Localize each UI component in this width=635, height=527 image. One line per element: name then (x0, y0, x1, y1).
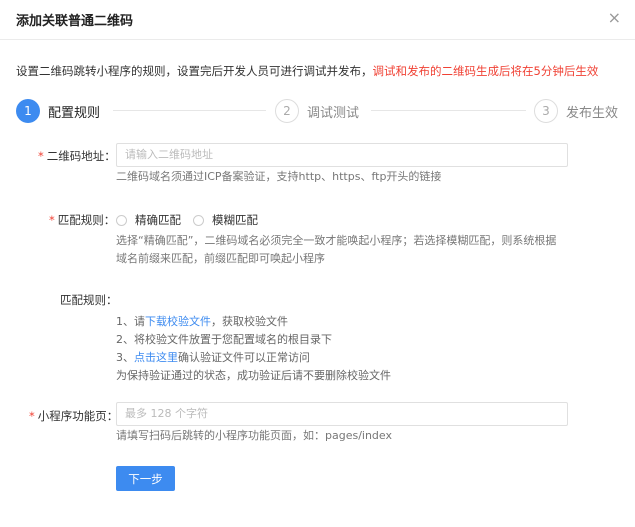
verify-step-2: 2、将校验文件放置于您配置域名的根目录下 (116, 333, 332, 346)
radio-exact-label: 精确匹配 (135, 213, 181, 227)
qr-url-hint: 二维码域名须通过ICP备案验证，支持http、https、ftp开头的链接 (116, 170, 442, 183)
dialog-title: 添加关联普通二维码 (16, 14, 134, 29)
verify-instructions: 1、请下载校验文件，获取校验文件 2、将校验文件放置于您配置域名的根目录下 3、… (116, 313, 391, 385)
intro-warning: 调试和发布的二维码生成后将在5分钟后生效 (372, 64, 599, 78)
step-publish: 3 发布生效 (534, 97, 618, 125)
dialog: 添加关联普通二维码 × 设置二维码跳转小程序的规则，设置完后开发人员可进行调试并… (0, 0, 635, 527)
step-3-circle: 3 (534, 99, 558, 123)
radio-fuzzy-match[interactable]: 模糊匹配 (193, 212, 258, 228)
stepper: 1 配置规则 2 调试测试 3 发布生效 (16, 97, 618, 125)
verify-step-1-prefix: 1、请 (116, 315, 145, 328)
step-2-circle: 2 (275, 99, 299, 123)
verify-step-1-suffix: ，获取校验文件 (211, 315, 288, 328)
page-field-label-text: 小程序功能页： (37, 409, 119, 423)
required-mark: * (38, 149, 44, 163)
match-rule-hint-line2: 域名前缀来匹配，前缀匹配即可唤起小程序 (116, 252, 325, 265)
close-icon[interactable]: × (608, 9, 621, 27)
page-path-input[interactable]: 最多 128 个字符 (116, 402, 568, 426)
verify-step-3: 3、点击这里确认验证文件可以正常访问 (116, 349, 391, 367)
step-debug: 2 调试测试 (275, 97, 359, 125)
radio-circle-icon (193, 214, 204, 226)
radio-fuzzy-label: 模糊匹配 (212, 213, 258, 227)
click-here-link[interactable]: 点击这里 (134, 351, 178, 364)
step-connector (371, 110, 526, 111)
step-2-label: 调试测试 (307, 105, 360, 121)
verify-step-3-prefix: 3、 (116, 351, 134, 364)
next-step-button[interactable]: 下一步 (116, 466, 175, 491)
step-1-circle: 1 (16, 99, 40, 123)
required-mark: * (29, 409, 35, 423)
qr-url-label: * 二维码地址： (38, 148, 116, 164)
verify-note: 为保持验证通过的状态，成功验证后请不要删除校验文件 (116, 369, 391, 382)
download-verify-file-link[interactable]: 下载校验文件 (145, 315, 211, 328)
match-rule-hint-line1: 选择“精确匹配”，二维码域名必须完全一致才能唤起小程序；若选择模糊匹配，则系统根… (116, 234, 557, 247)
intro-description: 设置二维码跳转小程序的规则，设置完后开发人员可进行调试并发布， (16, 64, 373, 78)
page-field-label: * 小程序功能页： (29, 408, 118, 424)
step-3-label: 发布生效 (566, 105, 619, 121)
dialog-header: 添加关联普通二维码 × (0, 0, 635, 40)
radio-circle-icon (116, 214, 127, 226)
step-configure: 1 配置规则 (16, 97, 100, 125)
page-field-hint: 请填写扫码后跳转的小程序功能页面，如：pages/index (116, 429, 393, 442)
step-connector (113, 110, 266, 111)
radio-exact-match[interactable]: 精确匹配 (116, 212, 181, 228)
required-mark: * (49, 213, 55, 227)
intro-text: 设置二维码跳转小程序的规则，设置完后开发人员可进行调试并发布，调试和发布的二维码… (16, 63, 598, 79)
match-rule-label: * 匹配规则： (49, 212, 115, 228)
verify-step-1: 1、请下载校验文件，获取校验文件 (116, 313, 391, 331)
qr-url-label-text: 二维码地址： (46, 149, 116, 163)
match-rule-label-text: 匹配规则： (57, 213, 116, 227)
verify-step-3-suffix: 确认验证文件可以正常访问 (178, 351, 310, 364)
verify-label: 匹配规则： (60, 293, 118, 307)
qr-url-input[interactable]: 请输入二维码地址 (116, 143, 568, 167)
step-1-label: 配置规则 (48, 105, 101, 121)
